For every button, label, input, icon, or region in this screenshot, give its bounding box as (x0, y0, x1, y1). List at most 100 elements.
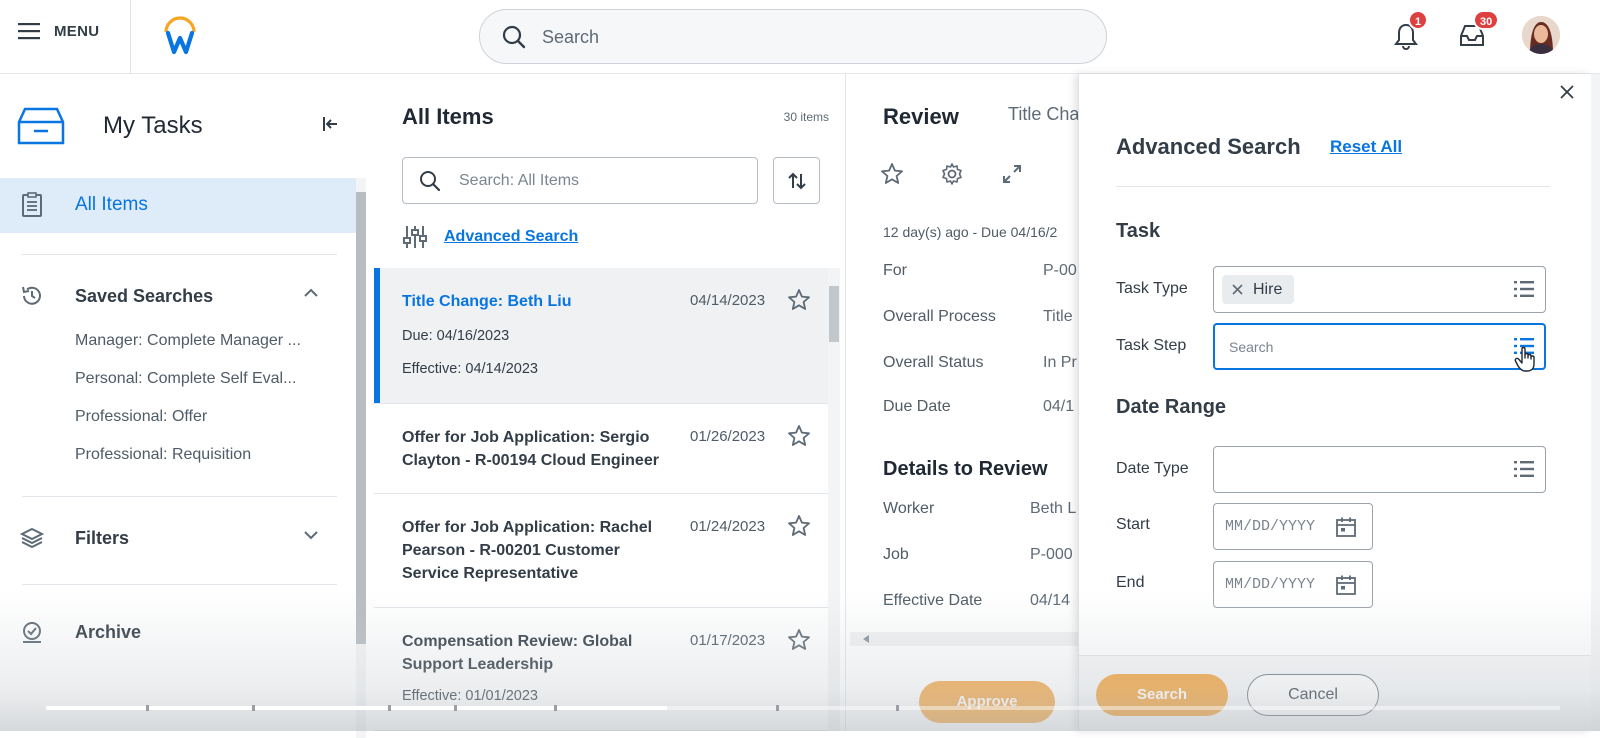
approve-button[interactable]: Approve (919, 681, 1055, 723)
saved-search-item[interactable]: Manager: Complete Manager ... (75, 332, 301, 350)
task-row[interactable]: Offer for Job Application: Rachel Pearso… (374, 494, 828, 608)
chapter-marker (896, 705, 899, 711)
filters-section[interactable]: Filters (0, 516, 356, 560)
item-count: 30 items (783, 110, 829, 124)
menu-button[interactable]: MENU (18, 22, 99, 40)
task-title: Compensation Review: Global Support Lead… (402, 633, 633, 673)
expand-icon[interactable] (1000, 162, 1024, 186)
remove-icon[interactable] (1232, 284, 1243, 295)
page-scrollbar[interactable] (1591, 74, 1600, 731)
task-heading: Task (1116, 220, 1161, 242)
saved-search-item[interactable]: Personal: Complete Self Eval... (75, 370, 296, 388)
task-row[interactable]: Compensation Review: Global Support Lead… (374, 608, 828, 731)
sliders-icon (403, 226, 427, 248)
task-title: Offer for Job Application: Sergio Clayto… (402, 429, 659, 469)
global-search-input[interactable] (542, 24, 1062, 50)
star-icon[interactable] (880, 162, 904, 186)
task-step-field[interactable] (1213, 323, 1546, 372)
details-heading: Details to Review (883, 458, 1048, 480)
close-button[interactable] (1559, 84, 1575, 105)
task-effective: Effective: 04/14/2023 (402, 361, 538, 377)
start-label: Start (1116, 516, 1150, 533)
task-rows: Title Change: Beth Liu 04/14/2023 Due: 0… (374, 268, 828, 731)
calendar-icon[interactable] (1335, 574, 1357, 596)
workday-logo[interactable] (160, 16, 200, 56)
list-scrollbar[interactable] (828, 268, 840, 731)
task-step-input[interactable] (1229, 336, 1489, 358)
task-date: 01/26/2023 (690, 428, 766, 445)
topbar-divider (130, 0, 131, 74)
star-icon[interactable] (787, 628, 811, 652)
chapter-marker (776, 705, 779, 711)
start-date-field[interactable]: MM/DD/YYYY (1213, 503, 1373, 550)
inbox-badge: 30 (1473, 10, 1500, 30)
field-value[interactable]: P-00 (1043, 262, 1077, 280)
end-date-field[interactable]: MM/DD/YYYY (1213, 561, 1373, 608)
menu-label: MENU (54, 22, 100, 40)
notifications-button[interactable]: 1 (1394, 10, 1429, 55)
global-search[interactable] (479, 9, 1107, 64)
detail-value[interactable]: Beth L (1030, 500, 1076, 518)
user-avatar[interactable] (1522, 16, 1560, 54)
chapter-marker (454, 705, 457, 711)
saved-searches-section[interactable]: Saved Searches (0, 274, 356, 318)
history-icon (22, 286, 41, 305)
inbox-button[interactable]: 30 (1459, 10, 1500, 53)
star-icon[interactable] (787, 288, 811, 312)
sidebar-divider (22, 496, 337, 497)
reset-all-link[interactable]: Reset All (1330, 137, 1402, 157)
sidebar-item-all-items[interactable]: All Items (0, 178, 356, 233)
scrollbar-thumb[interactable] (829, 286, 839, 342)
sidebar-scrollbar[interactable] (356, 178, 366, 738)
gear-icon[interactable] (940, 162, 964, 186)
sidebar-divider (22, 254, 337, 255)
review-title: Review (883, 104, 959, 129)
archive-section[interactable]: Archive (0, 610, 356, 654)
close-icon (1560, 85, 1574, 99)
task-due: Due: 04/16/2023 (402, 328, 510, 344)
task-row[interactable]: Offer for Job Application: Sergio Clayto… (374, 404, 828, 494)
panel-footer: Search Cancel (1079, 655, 1592, 731)
prompt-list-icon[interactable] (1513, 279, 1535, 299)
prompt-list-icon[interactable] (1513, 459, 1535, 479)
saved-search-item[interactable]: Professional: Requisition (75, 446, 251, 464)
task-row[interactable]: Title Change: Beth Liu 04/14/2023 Due: 0… (374, 268, 828, 404)
detail-value[interactable]: P-000 (1030, 546, 1073, 564)
advanced-search-row: Advanced Search (402, 224, 578, 250)
advanced-search-link[interactable]: Advanced Search (444, 228, 578, 246)
field-label: Overall Status (883, 354, 984, 371)
date-type-field[interactable] (1213, 446, 1546, 493)
archive-check-icon (23, 622, 41, 643)
chevron-left-icon[interactable] (863, 635, 869, 643)
saved-search-item[interactable]: Professional: Offer (75, 408, 207, 426)
star-icon[interactable] (787, 514, 811, 538)
tasks-tray-icon (17, 107, 65, 145)
hand-cursor-icon (1514, 346, 1535, 372)
task-title: Title Change: Beth Liu (402, 293, 572, 310)
calendar-icon[interactable] (1335, 516, 1357, 538)
collapse-left-icon (323, 117, 337, 131)
task-type-pill[interactable]: Hire (1222, 275, 1295, 304)
chevron-up-icon (304, 288, 318, 297)
hamburger-icon (18, 23, 40, 40)
field-value[interactable]: Title (1043, 308, 1073, 326)
advanced-search-title: Advanced Search (1116, 134, 1301, 159)
chevron-down-icon (304, 531, 318, 540)
scrollbar-thumb[interactable] (356, 192, 366, 644)
video-progress-bar[interactable] (46, 705, 1560, 711)
sidebar-header: My Tasks (0, 74, 358, 174)
task-step-label: Task Step (1116, 337, 1187, 354)
star-icon[interactable] (787, 424, 811, 448)
horizontal-scrollbar[interactable] (850, 632, 1078, 646)
collapse-sidebar-button[interactable] (322, 116, 338, 137)
task-title: Offer for Job Application: Rachel Pearso… (402, 519, 653, 582)
date-placeholder: MM/DD/YYYY (1225, 518, 1316, 535)
top-bar: MENU 1 30 (0, 0, 1600, 74)
sort-arrows-icon (787, 172, 806, 189)
video-progress-fill (46, 706, 667, 710)
task-type-field[interactable]: Hire (1213, 266, 1546, 313)
sort-button[interactable] (773, 157, 820, 204)
list-search[interactable] (402, 157, 758, 204)
list-search-input[interactable] (459, 169, 739, 193)
task-list-panel: All Items 30 items Advanced Search Title… (374, 74, 846, 731)
